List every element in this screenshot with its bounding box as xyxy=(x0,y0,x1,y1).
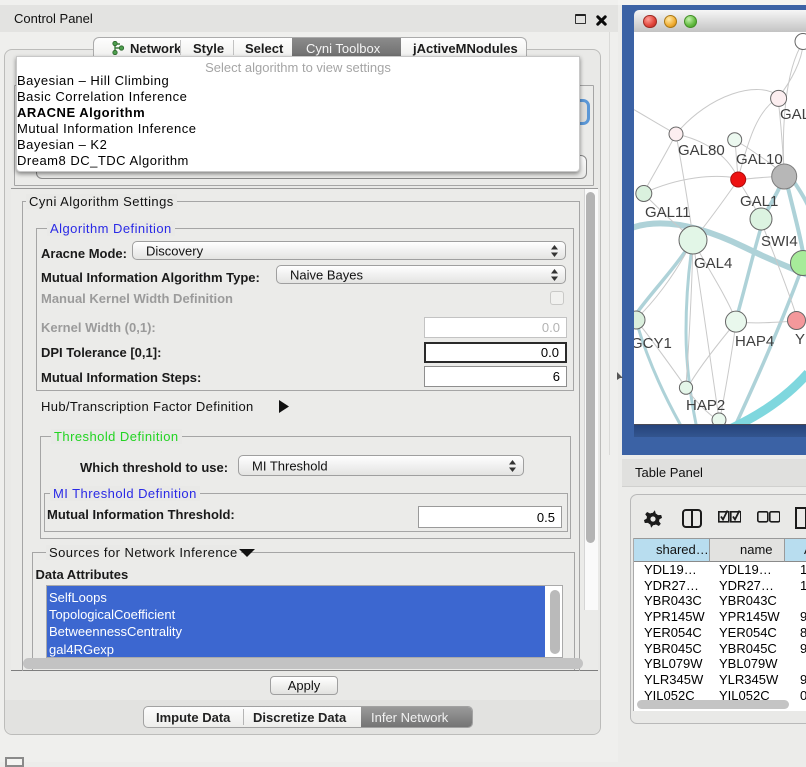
svg-text:GAL10: GAL10 xyxy=(736,151,783,168)
svg-text:SWI4: SWI4 xyxy=(761,233,798,250)
svg-text:GAL1: GAL1 xyxy=(740,193,778,210)
svg-text:GAL80: GAL80 xyxy=(678,142,725,159)
svg-text:GAL4: GAL4 xyxy=(694,255,732,272)
svg-text:Y: Y xyxy=(795,331,805,348)
svg-text:HAP4: HAP4 xyxy=(735,333,774,350)
svg-text:GAL11: GAL11 xyxy=(645,204,691,221)
svg-text:GCY1: GCY1 xyxy=(634,335,672,352)
svg-text:GAL: GAL xyxy=(780,106,806,123)
svg-text:HAP2: HAP2 xyxy=(686,397,725,414)
